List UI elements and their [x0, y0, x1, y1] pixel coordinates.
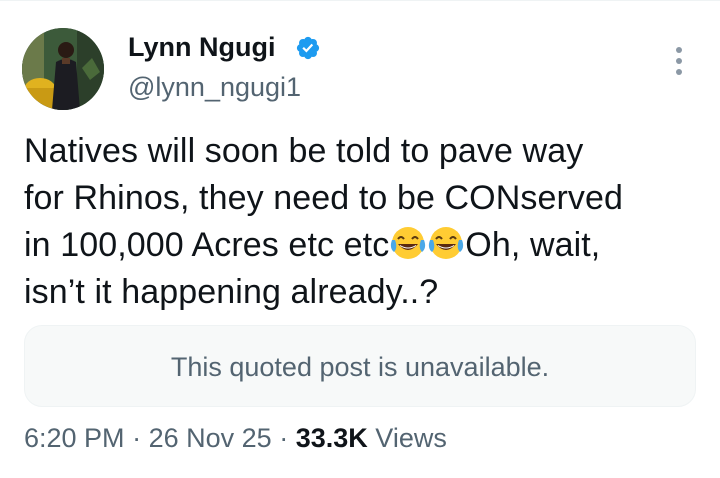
verified-badge-icon — [295, 35, 321, 61]
tweet-card: Lynn Ngugi @lynn_ngugi1 Natives will soo… — [0, 0, 720, 478]
more-vertical-icon — [676, 47, 682, 75]
divider — [0, 0, 720, 1]
quoted-post-unavailable-text: This quoted post is unavailable. — [170, 352, 550, 382]
views-count[interactable]: 33.3K — [296, 423, 368, 453]
author-handle[interactable]: @lynn_ngugi1 — [128, 70, 301, 104]
more-options-button[interactable] — [664, 44, 694, 78]
tweet-text: Natives will soon be told to pave way fo… — [24, 128, 704, 316]
tweet-text-line: in 100,000 Acres etc etc Oh, wait, — [24, 222, 704, 269]
tweet-text-line: for Rhinos, they need to be CONserved — [24, 179, 624, 217]
tweet-text-segment: Oh, wait, — [465, 226, 601, 264]
face-with-tears-of-joy-icon — [389, 224, 427, 262]
author-display-name[interactable]: Lynn Ngugi — [128, 30, 275, 64]
tweet-meta: 6:20 PM · 26 Nov 25 · 33.3K Views — [24, 420, 447, 456]
views-label: Views — [375, 423, 447, 453]
avatar[interactable] — [22, 28, 104, 110]
face-with-tears-of-joy-icon — [427, 224, 465, 262]
tweet-date[interactable]: 26 Nov 25 — [149, 423, 272, 453]
quoted-post-placeholder: This quoted post is unavailable. — [24, 325, 696, 407]
tweet-text-segment: in 100,000 Acres etc etc — [24, 226, 390, 264]
tweet-text-line: Natives will soon be told to pave way — [24, 132, 584, 170]
tweet-time[interactable]: 6:20 PM — [24, 423, 125, 453]
separator: · — [279, 423, 289, 453]
tweet-text-line: isn’t it happening already..? — [24, 273, 439, 311]
separator: · — [132, 423, 142, 453]
